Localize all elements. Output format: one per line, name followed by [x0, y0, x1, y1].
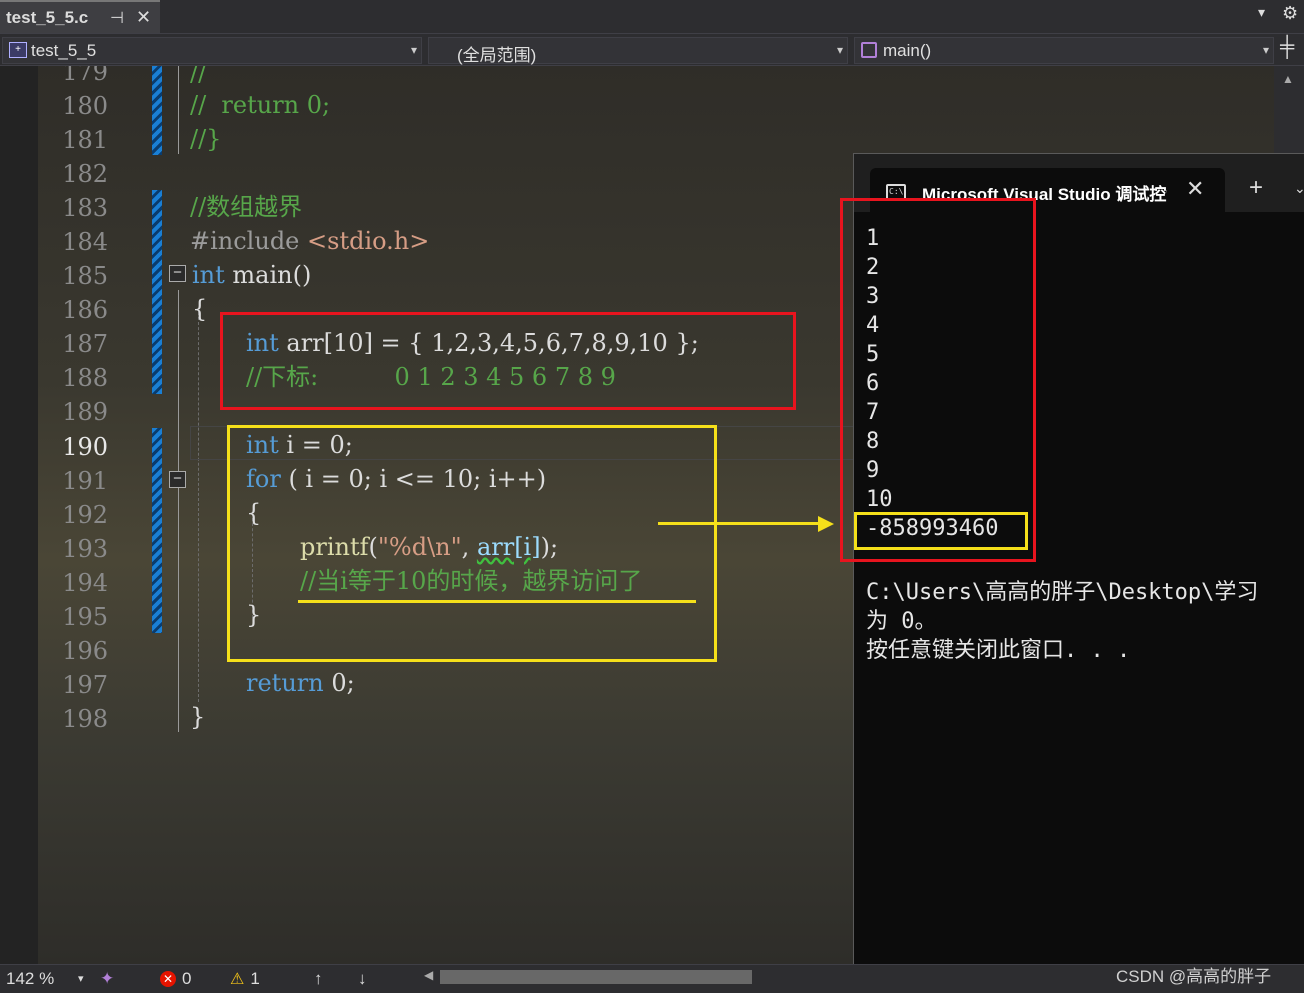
project-icon: +: [9, 42, 27, 58]
warning-count[interactable]: ⚠ 1: [230, 969, 260, 989]
code-text: main(): [224, 261, 312, 289]
chevron-down-icon: ▾: [836, 43, 843, 57]
indent-guide: [198, 312, 199, 702]
keyword: int: [192, 261, 225, 289]
line-number: 198: [62, 705, 108, 733]
warning-count-value: 1: [250, 969, 260, 988]
line-number: 187: [62, 330, 108, 358]
line-number: 193: [62, 535, 108, 563]
new-tab-icon[interactable]: +: [1249, 174, 1263, 202]
scope-dropdown[interactable]: (全局范围) ▾: [428, 37, 848, 65]
line-number: 184: [62, 228, 108, 256]
line-number: 196: [62, 637, 108, 665]
close-icon[interactable]: ✕: [1186, 176, 1204, 202]
document-tab-bar: test_5_5.c ⊣ ✕ ▾ ⚙: [0, 0, 1304, 33]
code-line-183: //数组越界: [190, 193, 303, 221]
code-line-181: //}: [190, 125, 222, 153]
navigation-bar: + test_5_5 ▾ (全局范围) ▾ main() ▾ ╪: [0, 33, 1304, 66]
annotation-arrow-line: [658, 522, 818, 525]
array-annotation-box: [220, 312, 796, 410]
keyword: return: [246, 669, 324, 697]
line-number: 188: [62, 364, 108, 392]
breakpoint-gutter[interactable]: [0, 66, 38, 964]
garbage-value-annotation-box: [854, 512, 1028, 550]
line-number: 181: [62, 126, 108, 154]
current-line-number: 190: [62, 433, 108, 461]
tab-title: test_5_5.c: [6, 8, 89, 27]
code-line-186: {: [192, 295, 208, 323]
split-window-icon[interactable]: ╪: [1280, 36, 1294, 59]
comment-underline: [298, 600, 696, 603]
scope-name: (全局范围): [457, 46, 537, 65]
error-count-value: 0: [182, 969, 192, 988]
chevron-down-icon[interactable]: ▾: [78, 972, 84, 985]
loop-annotation-box: [227, 425, 717, 662]
navigate-up-icon[interactable]: ↑: [314, 969, 323, 989]
function-dropdown[interactable]: main() ▾: [854, 37, 1274, 64]
include-path: <stdio.h>: [299, 227, 430, 255]
line-number: 195: [62, 603, 108, 631]
line-number: 191: [62, 467, 108, 495]
line-number: 189: [62, 398, 108, 426]
scroll-up-icon[interactable]: ▲: [1282, 72, 1294, 86]
line-number: 197: [62, 671, 108, 699]
gear-icon[interactable]: ⚙: [1282, 3, 1298, 24]
chevron-down-icon: ▾: [1262, 43, 1269, 57]
code-line-179: //: [190, 66, 207, 87]
error-count[interactable]: ✕ 0: [160, 969, 191, 989]
code-line-198: }: [190, 703, 206, 731]
error-icon: ✕: [160, 971, 176, 987]
method-cube-icon: [861, 42, 877, 58]
line-number: 194: [62, 569, 108, 597]
exit-message: 按任意键关闭此窗口. . .: [866, 638, 1131, 663]
pin-icon[interactable]: ⊣: [110, 8, 124, 28]
output-annotation-box: [840, 198, 1036, 562]
debug-console-window[interactable]: C:\ Microsoft Visual Studio 调试控制台 ✕ + ⌄ …: [840, 153, 1304, 993]
chevron-down-icon: ▾: [410, 43, 417, 57]
change-indicator: [152, 66, 162, 155]
line-number: 180: [62, 92, 108, 120]
collapse-for-icon[interactable]: −: [169, 471, 186, 488]
collapse-main-icon[interactable]: −: [169, 265, 186, 282]
line-number: 182: [62, 160, 108, 188]
function-name: main(): [883, 41, 932, 60]
close-tab-icon[interactable]: ✕: [136, 7, 151, 28]
project-dropdown[interactable]: + test_5_5 ▾: [2, 37, 422, 64]
line-number: 179: [62, 66, 108, 86]
exit-message: 为 0。: [866, 609, 937, 634]
chevron-down-icon[interactable]: ⌄: [1294, 180, 1304, 197]
scroll-left-icon[interactable]: ◀: [424, 968, 433, 982]
change-indicator: [152, 428, 162, 633]
code-line-185: int main(): [192, 258, 311, 292]
project-name: test_5_5: [31, 41, 97, 60]
fold-line: [178, 290, 179, 732]
navigate-down-icon[interactable]: ↓: [358, 969, 367, 989]
intellicode-icon[interactable]: ✦: [100, 969, 114, 989]
line-number: 185: [62, 262, 108, 290]
watermark: CSDN @高高的胖子: [1116, 967, 1272, 986]
code-text: 0;: [323, 669, 355, 697]
change-indicator: [152, 190, 162, 394]
zoom-level[interactable]: 142 %: [6, 969, 54, 989]
preprocessor-keyword: #include: [190, 227, 300, 255]
code-line-184: #include <stdio.h>: [190, 224, 429, 258]
code-line-197: return 0;: [246, 666, 355, 700]
arrow-right-icon: [818, 516, 834, 532]
line-number: 183: [62, 194, 108, 222]
line-number: 192: [62, 501, 108, 529]
line-number: 186: [62, 296, 108, 324]
tab-list-dropdown-icon[interactable]: ▾: [1258, 4, 1265, 21]
warning-icon: ⚠: [230, 971, 245, 988]
fold-line: [178, 66, 179, 154]
exit-message: C:\Users\高高的胖子\Desktop\学习: [866, 580, 1259, 605]
code-line-180: // return 0;: [190, 91, 331, 119]
horizontal-scrollbar-thumb[interactable]: [440, 970, 752, 984]
document-tab[interactable]: test_5_5.c ⊣ ✕: [0, 0, 160, 33]
